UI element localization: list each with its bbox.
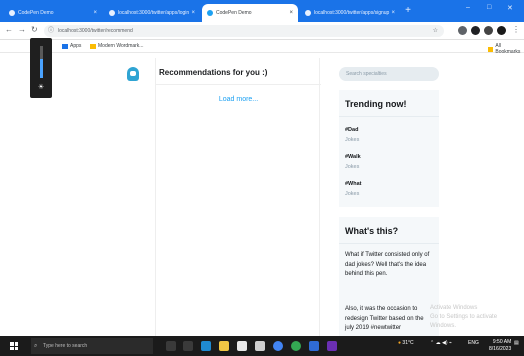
- whatsapp-icon[interactable]: [291, 341, 301, 351]
- trending-tag-what[interactable]: #What: [345, 181, 362, 187]
- folder-icon: [488, 46, 494, 52]
- globe-favicon-icon: [305, 10, 311, 16]
- task-view-icon[interactable]: [183, 341, 193, 351]
- weather-icon: ●: [398, 340, 402, 346]
- menu-kebab-icon[interactable]: ⋮: [512, 25, 520, 34]
- address-bar[interactable]: ⓘ localhost:3000/twitter/recommend ☆: [44, 25, 444, 37]
- url-text: localhost:3000/twitter/recommend: [58, 28, 133, 34]
- clock-time: 9:50 AM: [492, 339, 512, 345]
- sun-icon: ☀: [37, 84, 45, 91]
- reload-icon[interactable]: ↻: [31, 25, 38, 34]
- app-logo-icon[interactable]: [127, 67, 139, 81]
- tab-label: CodePen Demo: [216, 10, 252, 16]
- bookmark-modern-wordmark[interactable]: Modern Wordmark...: [90, 43, 143, 49]
- folder-icon: [90, 43, 96, 49]
- browser-toolbar: ← → ↻ ⓘ localhost:3000/twitter/recommend…: [0, 22, 524, 40]
- close-icon[interactable]: ×: [391, 10, 395, 16]
- cortana-icon[interactable]: [166, 341, 176, 351]
- mail-icon[interactable]: [255, 341, 265, 351]
- tray-icons[interactable]: ⌃ ☁ ◀) ⌁: [430, 340, 452, 346]
- taskbar-search-input[interactable]: ⌕ Type here to search: [31, 338, 153, 354]
- forward-arrow-icon[interactable]: →: [18, 25, 26, 34]
- windows-start-icon[interactable]: [10, 342, 18, 350]
- codepen-favicon-icon: [9, 10, 15, 16]
- trending-tag-dad[interactable]: #Dad: [345, 127, 358, 133]
- trending-sub: Jokes: [345, 137, 360, 143]
- teams-icon[interactable]: [327, 341, 337, 351]
- clock-date: 8/16/2023: [489, 346, 512, 352]
- trending-title: Trending now!: [345, 99, 407, 109]
- bookmarks-bar: Apps Modern Wordmark... All Bookmarks: [0, 40, 524, 55]
- trending-sub: Jokes: [345, 164, 360, 170]
- taskbar-clock[interactable]: 9:50 AM 8/16/2023: [489, 339, 511, 353]
- close-icon[interactable]: ×: [93, 10, 97, 16]
- about-paragraph-2: Also, it was the occasion to redesign Tw…: [345, 306, 424, 331]
- activate-windows-watermark: Activate Windows Go to Settings to activ…: [430, 304, 524, 331]
- tab-codepen-demo-1[interactable]: CodePen Demo ×: [4, 4, 102, 22]
- codepen-favicon-icon: [207, 10, 213, 16]
- brightness-level: [40, 59, 43, 78]
- feed-divider: [156, 84, 321, 85]
- browser-tab-strip: CodePen Demo × localhost:3000/twitter/ap…: [0, 0, 524, 22]
- about-paragraph-1: What if Twitter consisted only of dad jo…: [345, 252, 430, 277]
- trending-card: Trending now! #Dad Jokes #Walk Jokes #Wh…: [339, 90, 439, 207]
- about-title: What's this?: [345, 226, 399, 236]
- apps-grid-icon: [62, 43, 68, 49]
- back-arrow-icon[interactable]: ←: [5, 25, 13, 34]
- sidepanel-icon[interactable]: [484, 26, 493, 35]
- load-more-link[interactable]: Load more...: [156, 96, 321, 103]
- tab-label: localhost:3000/twitter/apps/login: [118, 10, 190, 16]
- recommendation-feed: Recommendations for you :) Load more...: [155, 58, 321, 356]
- search-input[interactable]: Search specialties: [339, 67, 439, 81]
- notification-icon[interactable]: ▤: [514, 340, 519, 346]
- close-window-icon[interactable]: ✕: [507, 4, 513, 12]
- close-icon[interactable]: ×: [289, 10, 293, 16]
- language-indicator[interactable]: ENG: [468, 340, 479, 346]
- tab-localhost-login[interactable]: localhost:3000/twitter/apps/login ×: [104, 4, 200, 22]
- globe-favicon-icon: [109, 10, 115, 16]
- bookmark-star-icon[interactable]: ☆: [433, 25, 438, 37]
- tab-label: localhost:3000/twitter/apps/signup: [314, 10, 390, 16]
- extension-icon[interactable]: [458, 26, 467, 35]
- puzzle-icon[interactable]: [471, 26, 480, 35]
- minimize-icon[interactable]: –: [466, 4, 470, 11]
- store-icon[interactable]: [237, 341, 247, 351]
- trending-sub: Jokes: [345, 191, 360, 197]
- bookmark-label: All Bookmarks: [495, 43, 521, 55]
- bookmark-label: Modern Wordmark...: [98, 43, 144, 49]
- divider: [339, 243, 439, 244]
- taskbar-search-placeholder: Type here to search: [43, 343, 88, 349]
- brightness-flyout[interactable]: ☀: [30, 38, 52, 98]
- vscode-icon[interactable]: [309, 341, 319, 351]
- trending-tag-walk[interactable]: #Walk: [345, 154, 361, 160]
- bookmark-apps[interactable]: Apps: [62, 43, 81, 49]
- windows-taskbar: ⌕ Type here to search ● 31°C ⌃ ☁ ◀) ⌁ EN…: [0, 336, 524, 356]
- chrome-icon[interactable]: [273, 341, 283, 351]
- new-tab-button[interactable]: +: [402, 5, 414, 17]
- search-icon: ⌕: [34, 343, 38, 349]
- feed-title: Recommendations for you :): [159, 68, 268, 77]
- weather-text: 31°C: [402, 340, 414, 346]
- watermark-sub: Go to Settings to activate Windows.: [430, 314, 498, 329]
- weather-indicator[interactable]: ● 31°C: [398, 340, 414, 346]
- maximize-icon[interactable]: □: [487, 4, 491, 11]
- edge-icon[interactable]: [201, 341, 211, 351]
- bookmark-label: Apps: [70, 43, 82, 49]
- all-bookmarks[interactable]: All Bookmarks: [488, 43, 524, 55]
- watermark-title: Activate Windows: [430, 305, 478, 311]
- tab-label: CodePen Demo: [18, 10, 54, 16]
- file-explorer-icon[interactable]: [219, 341, 229, 351]
- site-info-icon[interactable]: ⓘ: [48, 25, 54, 37]
- divider: [339, 116, 439, 117]
- tab-codepen-demo-active[interactable]: CodePen Demo ×: [202, 4, 298, 22]
- close-icon[interactable]: ×: [191, 10, 195, 16]
- tab-localhost-signup[interactable]: localhost:3000/twitter/apps/signup ×: [300, 4, 400, 22]
- profile-avatar-icon[interactable]: [497, 26, 506, 35]
